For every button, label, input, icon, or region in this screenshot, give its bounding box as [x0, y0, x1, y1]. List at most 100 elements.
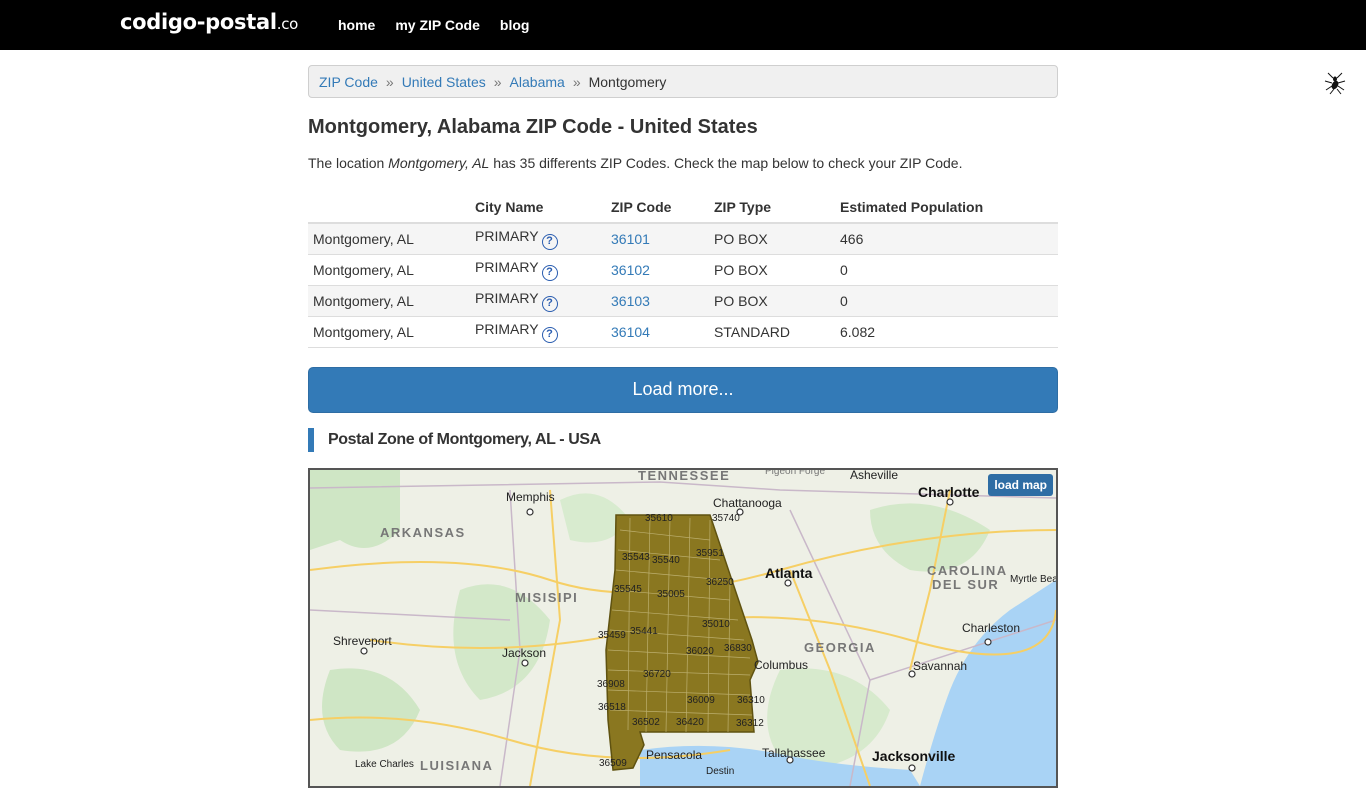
city-label: Shreveport	[333, 633, 392, 648]
nav-my-zip-link[interactable]: my ZIP Code	[395, 17, 480, 33]
city-label: Chattanooga	[713, 495, 782, 510]
cell-population: 466	[835, 223, 1058, 255]
state-label: CAROLINA	[927, 562, 1008, 578]
breadcrumb-separator: »	[493, 73, 502, 90]
state-label: GEORGIA	[804, 639, 876, 655]
zip-label: 36509	[599, 757, 627, 769]
breadcrumb-alabama[interactable]: Alabama	[510, 74, 565, 90]
table-header-row: City Name ZIP Code ZIP Type Estimated Po…	[308, 192, 1058, 224]
zip-label: 36502	[632, 716, 660, 728]
top-navbar: codigo-postal.co home my ZIP Code blog	[0, 0, 1366, 50]
header-zip-type: ZIP Type	[709, 192, 835, 224]
breadcrumb: ZIP Code » United States » Alabama » Mon…	[308, 65, 1058, 98]
load-more-button[interactable]: Load more...	[308, 366, 1058, 413]
state-label: LUISIANA	[420, 757, 494, 773]
zip-link[interactable]: 36104	[611, 324, 650, 340]
city-label: Columbus	[754, 657, 809, 672]
cell-place: Montgomery, AL	[308, 285, 470, 317]
city-label: Memphis	[506, 489, 555, 504]
zip-link[interactable]: 36102	[611, 262, 650, 278]
cell-place: Montgomery, AL	[308, 254, 470, 286]
nav-links: home my ZIP Code blog	[338, 17, 529, 33]
zip-label: 36518	[598, 701, 626, 713]
city-label: Charlotte	[918, 483, 980, 500]
zip-label: 36250	[706, 576, 734, 588]
main-content: ZIP Code » United States » Alabama » Mon…	[308, 65, 1058, 788]
zip-label: 35610	[645, 512, 673, 524]
zip-label: 36020	[686, 645, 714, 657]
cell-place: Montgomery, AL	[308, 223, 470, 255]
breadcrumb-zip-code[interactable]: ZIP Code	[319, 74, 378, 90]
zip-link[interactable]: 36103	[611, 293, 650, 309]
city-label: Tallahassee	[762, 745, 826, 760]
table-row: Montgomery, AL PRIMARY? 36104 STANDARD 6…	[308, 316, 1058, 348]
help-circle-icon[interactable]: ?	[541, 295, 558, 312]
city-name-value: PRIMARY	[475, 320, 539, 337]
zip-label: 36720	[643, 668, 671, 680]
zip-label: 35459	[598, 629, 626, 641]
zip-link[interactable]: 36101	[611, 231, 650, 247]
postal-zone-map[interactable]: load map TENNESSEE ARKANSAS MISISIPI GEO…	[308, 467, 1058, 788]
cell-city-name: PRIMARY?	[470, 316, 606, 348]
breadcrumb-separator: »	[572, 73, 581, 90]
insect-icon	[1324, 72, 1346, 95]
table-row: Montgomery, AL PRIMARY? 36103 PO BOX 0	[308, 285, 1058, 317]
site-logo[interactable]: codigo-postal.co	[120, 10, 298, 34]
breadcrumb-united-states[interactable]: United States	[402, 74, 486, 90]
city-name-value: PRIMARY	[475, 258, 539, 275]
zip-label: 36908	[597, 678, 625, 690]
zip-label: 36009	[687, 694, 715, 706]
intro-location: Montgomery, AL	[388, 155, 490, 171]
cell-city-name: PRIMARY?	[470, 223, 606, 255]
zip-label: 36830	[724, 642, 752, 654]
section-title: Postal Zone of Montgomery, AL - USA	[308, 427, 1058, 452]
cell-population: 0	[835, 254, 1058, 286]
cell-city-name: PRIMARY?	[470, 254, 606, 286]
table-row: Montgomery, AL PRIMARY? 36101 PO BOX 466	[308, 223, 1058, 255]
map-background	[310, 469, 1056, 786]
state-label: TENNESSEE	[638, 467, 731, 483]
cell-zip-type: PO BOX	[709, 223, 835, 255]
nav-blog-link[interactable]: blog	[500, 17, 530, 33]
help-circle-icon[interactable]: ?	[541, 264, 558, 281]
help-circle-icon[interactable]: ?	[541, 326, 558, 343]
city-label: Asheville	[850, 467, 899, 482]
state-label: DEL SUR	[932, 576, 1000, 592]
state-label: MISISIPI	[515, 589, 579, 605]
cell-zip: 36102	[606, 254, 709, 286]
zip-label: 35543	[622, 551, 650, 563]
city-label: Pensacola	[646, 747, 703, 762]
nav-home-link[interactable]: home	[338, 17, 375, 33]
zip-label: 35441	[630, 625, 658, 637]
header-population: Estimated Population	[835, 192, 1058, 224]
table-row: Montgomery, AL PRIMARY? 36102 PO BOX 0	[308, 254, 1058, 286]
zip-label: 35951	[696, 547, 724, 559]
cell-population: 0	[835, 285, 1058, 317]
zip-label: 36312	[736, 717, 764, 729]
city-label: Charleston	[962, 620, 1021, 635]
cell-zip: 36101	[606, 223, 709, 255]
cell-zip: 36103	[606, 285, 709, 317]
city-label: Jacksonville	[872, 747, 956, 764]
city-label: Atlanta	[765, 564, 813, 581]
city-label: Savannah	[913, 658, 968, 673]
cell-population: 6.082	[835, 316, 1058, 348]
cell-zip-type: PO BOX	[709, 285, 835, 317]
city-name-value: PRIMARY	[475, 289, 539, 306]
intro-text: The location Montgomery, AL has 35 diffe…	[308, 155, 1058, 175]
zip-label: 35540	[652, 554, 680, 566]
zip-label: 35740	[712, 512, 740, 524]
intro-prefix: The location	[308, 155, 389, 171]
cell-zip-type: STANDARD	[709, 316, 835, 348]
breadcrumb-current: Montgomery	[588, 73, 667, 90]
zip-table: City Name ZIP Code ZIP Type Estimated Po…	[308, 192, 1058, 348]
cell-zip-type: PO BOX	[709, 254, 835, 286]
zip-label: 35545	[614, 583, 642, 595]
header-place	[308, 192, 470, 224]
zip-label: 36420	[676, 716, 704, 728]
cell-zip: 36104	[606, 316, 709, 348]
help-circle-icon[interactable]: ?	[541, 233, 558, 250]
load-map-button[interactable]: load map	[988, 473, 1053, 496]
city-label: Jackson	[502, 645, 547, 660]
city-label: Myrtle Beach	[1010, 573, 1058, 585]
